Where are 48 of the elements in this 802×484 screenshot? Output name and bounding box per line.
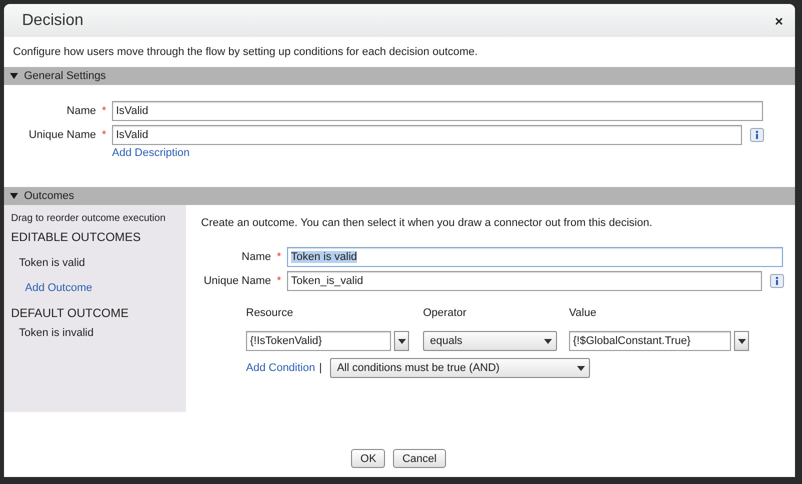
section-header[interactable]: General Settings <box>4 67 795 85</box>
required-mark: * <box>276 275 282 287</box>
dropdown-button[interactable] <box>734 331 749 351</box>
field-label: Name <box>240 251 271 263</box>
info-icon[interactable] <box>750 128 764 142</box>
intro-text: Create an outcome. You can then select it when you draw a connector out from this decision. <box>201 217 654 229</box>
section-title: Outcomes <box>24 190 74 202</box>
add-condition-link[interactable]: Add Condition <box>246 362 316 374</box>
outcome-item[interactable]: Token is invalid <box>19 327 186 339</box>
value-field[interactable]: {!$GlobalConstant.True} <box>569 331 731 351</box>
add-outcome-link[interactable]: Add Outcome <box>25 282 186 294</box>
collapse-icon[interactable] <box>10 72 18 80</box>
separator: | <box>319 362 322 374</box>
operator-select[interactable]: equals <box>423 331 557 351</box>
outcome-item[interactable]: Token is valid <box>19 257 186 269</box>
column-header: Value <box>569 307 598 319</box>
collapse-icon[interactable] <box>10 192 18 200</box>
field-label: Unique Name <box>28 129 96 141</box>
name-field[interactable]: Token is valid <box>287 247 783 267</box>
required-mark: * <box>276 251 282 263</box>
section-title: General Settings <box>24 70 106 82</box>
caret-icon <box>398 338 406 344</box>
resource-field[interactable]: {!IsTokenValid} <box>246 331 391 351</box>
required-mark: * <box>100 105 108 117</box>
field-label: Unique Name <box>202 275 271 287</box>
column-header: Operator <box>423 307 468 319</box>
section-header[interactable]: Outcomes <box>4 187 795 205</box>
column-header: Resource <box>246 307 294 319</box>
name-field[interactable]: IsValid <box>112 101 763 121</box>
caret-icon <box>544 338 552 344</box>
add-description-link[interactable]: Add Description <box>112 147 190 159</box>
sidebar-heading: DEFAULT OUTCOME <box>11 306 130 320</box>
dialog-button[interactable]: Cancel <box>393 449 446 468</box>
sidebar-heading: EDITABLE OUTCOMES <box>11 230 142 244</box>
caret-icon <box>738 338 746 344</box>
dropdown-button[interactable] <box>394 331 409 351</box>
info-icon[interactable] <box>770 274 784 288</box>
description-text: Configure how users move through the flow by setting up conditions for each decision outcome. <box>12 45 479 60</box>
unique-name-field[interactable]: IsValid <box>112 125 742 145</box>
close-button[interactable]: × <box>774 12 783 28</box>
sidebar-hint: Drag to reorder outcome execution <box>11 213 167 224</box>
caret-icon <box>576 366 585 370</box>
unique-name-field[interactable]: Token_is_valid <box>287 271 762 291</box>
logic-select[interactable]: All conditions must be true (AND) <box>330 358 590 378</box>
required-mark: * <box>100 129 108 141</box>
dialog-title: Decision <box>22 12 84 30</box>
dialog-button[interactable]: OK <box>351 449 386 468</box>
field-label: Name <box>66 105 96 117</box>
